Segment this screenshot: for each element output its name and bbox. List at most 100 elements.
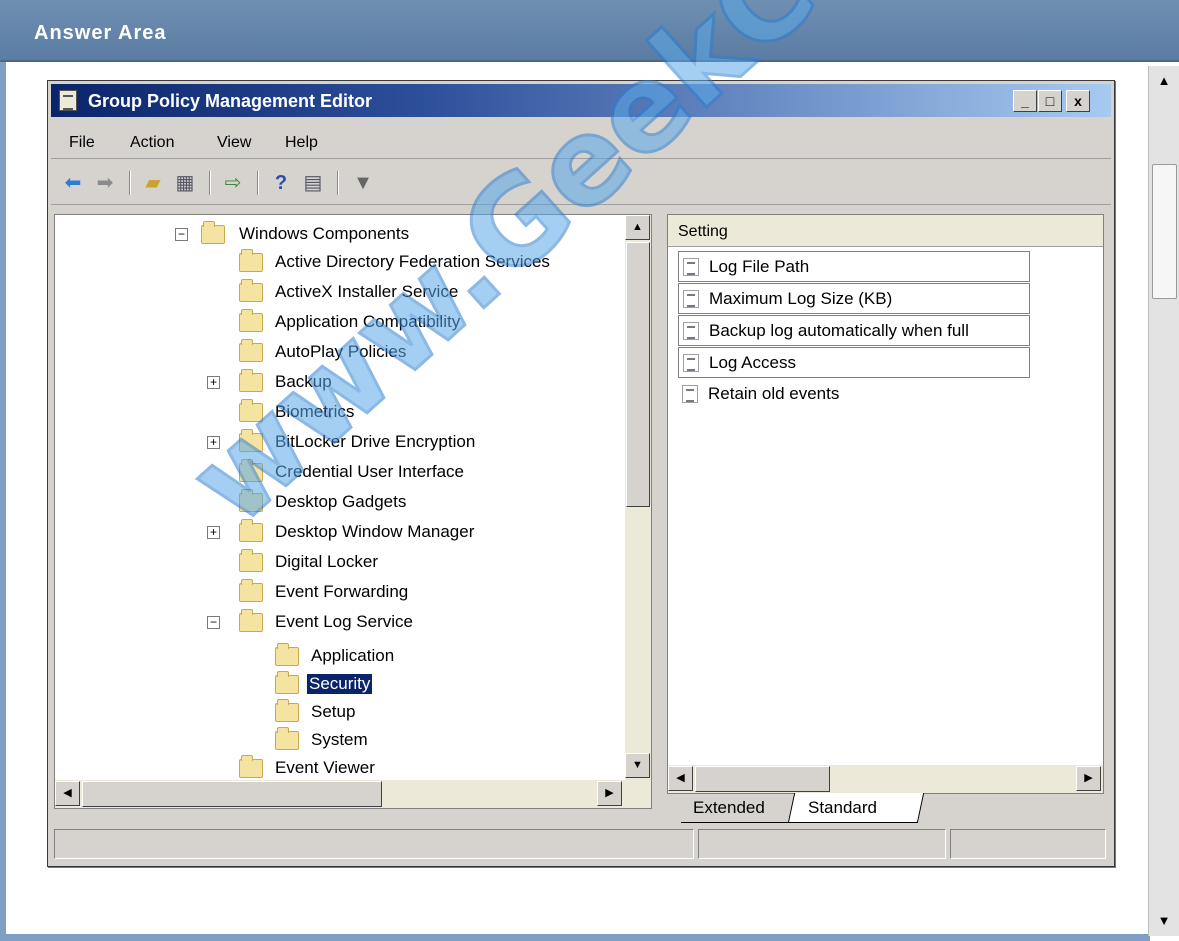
- answer-area-page: Answer Area ▲ ▼ Group Policy Management …: [0, 0, 1179, 941]
- setting-row[interactable]: Log Access: [678, 347, 1030, 378]
- setting-label: Log Access: [709, 353, 796, 372]
- answer-area-header: Answer Area: [0, 0, 1179, 62]
- setting-column-header[interactable]: Setting: [668, 215, 1103, 247]
- app-icon: [59, 90, 77, 111]
- tree-item-label: Setup: [311, 702, 356, 721]
- folder-icon: [239, 489, 263, 512]
- page-vertical-scrollbar[interactable]: ▲ ▼: [1148, 66, 1179, 936]
- setting-header-label: Setting: [678, 223, 728, 240]
- minimize-button[interactable]: _: [1013, 90, 1037, 112]
- forward-icon[interactable]: ➡: [93, 171, 117, 195]
- tree-item-label: Windows Components: [239, 224, 410, 243]
- expand-icon[interactable]: +: [207, 376, 220, 389]
- status-panel: [54, 829, 694, 859]
- settings-hscroll-thumb[interactable]: [695, 766, 830, 792]
- tree-item-label: Application: [311, 646, 395, 665]
- tree-pane: − Windows Components Active Directory Fe…: [54, 214, 652, 809]
- scroll-down-icon[interactable]: ▼: [625, 753, 650, 778]
- show-hide-tree-icon[interactable]: ▦: [173, 171, 197, 195]
- menu-help[interactable]: Help: [285, 134, 318, 152]
- toolbar-separator: [129, 171, 131, 195]
- tree-item-label: Event Log Service: [275, 612, 413, 631]
- up-folder-icon[interactable]: ▰: [141, 171, 165, 195]
- folder-icon: [239, 339, 263, 362]
- gpme-window: Group Policy Management Editor _ □ x Fil…: [47, 80, 1115, 867]
- scroll-left-icon[interactable]: ◀: [668, 766, 693, 791]
- setting-label: Maximum Log Size (KB): [709, 289, 893, 308]
- policy-tree: − Windows Components Active Directory Fe…: [55, 215, 625, 780]
- expand-icon[interactable]: +: [207, 526, 220, 539]
- tree-item-label: Credential User Interface: [275, 462, 464, 481]
- window-titlebar[interactable]: Group Policy Management Editor _ □ x: [51, 84, 1111, 117]
- page-scroll-thumb[interactable]: [1152, 164, 1177, 299]
- frame-left-edge: [0, 62, 6, 941]
- folder-icon: [239, 399, 263, 422]
- menu-view[interactable]: View: [217, 134, 251, 152]
- tree-item-label: Digital Locker: [275, 552, 378, 571]
- folder-icon: [239, 249, 263, 272]
- folder-icon: [201, 221, 225, 244]
- scroll-right-icon[interactable]: ▶: [597, 781, 622, 806]
- settings-horizontal-scrollbar[interactable]: ◀ ▶: [668, 765, 1103, 793]
- menu-file[interactable]: File: [69, 134, 95, 152]
- setting-row[interactable]: Log File Path: [678, 251, 1030, 282]
- menu-bar: File Action View Help: [51, 119, 1111, 159]
- folder-icon: [239, 459, 263, 482]
- toolbar: ⬅ ➡ ▰ ▦ ⇨ ? ▤ ▼: [51, 161, 1111, 205]
- export-list-icon[interactable]: ⇨: [221, 171, 245, 195]
- folder-icon: [239, 579, 263, 602]
- close-button[interactable]: x: [1066, 90, 1090, 112]
- folder-icon: [239, 279, 263, 302]
- scroll-right-icon[interactable]: ▶: [1076, 766, 1101, 791]
- toolbar-separator: [257, 171, 259, 195]
- setting-row[interactable]: Maximum Log Size (KB): [678, 283, 1030, 314]
- tree-item-label: Application Compatibility: [275, 312, 461, 331]
- folder-icon: [275, 699, 299, 722]
- tree-vertical-scrollbar[interactable]: ▲ ▼: [625, 215, 651, 780]
- tab-extended-label: Extended: [693, 798, 765, 817]
- tree-item-label: BitLocker Drive Encryption: [275, 432, 476, 451]
- properties-icon[interactable]: ▤: [301, 171, 325, 195]
- folder-icon: [275, 643, 299, 666]
- policy-setting-icon: [683, 354, 699, 372]
- scroll-down-icon[interactable]: ▼: [1153, 910, 1175, 932]
- tab-extended[interactable]: Extended: [681, 793, 791, 823]
- setting-row[interactable]: Backup log automatically when full: [678, 315, 1030, 346]
- tree-horizontal-scrollbar[interactable]: ◀ ▶: [55, 780, 651, 808]
- answer-area-title: Answer Area: [34, 22, 167, 44]
- menu-action[interactable]: Action: [130, 134, 174, 152]
- tab-standard[interactable]: Standard: [787, 793, 925, 823]
- toolbar-separator: [337, 171, 339, 195]
- tree-item-label: Security: [307, 674, 373, 694]
- collapse-icon[interactable]: −: [175, 228, 188, 241]
- folder-icon: [239, 429, 263, 452]
- tree-scroll-thumb[interactable]: [626, 242, 650, 507]
- tree-item-label: AutoPlay Policies: [275, 342, 407, 361]
- maximize-button[interactable]: □: [1038, 90, 1062, 112]
- tree-item-label: Biometrics: [275, 402, 355, 421]
- scroll-up-icon[interactable]: ▲: [1153, 70, 1175, 92]
- folder-icon: [239, 309, 263, 332]
- help-icon[interactable]: ?: [269, 171, 293, 195]
- expand-icon[interactable]: +: [207, 436, 220, 449]
- folder-icon: [239, 549, 263, 572]
- tree-item-label: Event Forwarding: [275, 582, 409, 601]
- back-icon[interactable]: ⬅: [61, 171, 85, 195]
- filter-icon[interactable]: ▼: [351, 171, 375, 195]
- tree-item-label: Desktop Window Manager: [275, 522, 475, 541]
- policy-setting-icon: [683, 322, 699, 340]
- tree-item-label: Backup: [275, 372, 332, 391]
- status-bar: [54, 829, 1106, 859]
- settings-pane: Setting Log File Path Maximum Log Size (…: [667, 214, 1104, 794]
- collapse-icon[interactable]: −: [207, 616, 220, 629]
- tree-hscroll-thumb[interactable]: [82, 781, 382, 807]
- scroll-up-icon[interactable]: ▲: [625, 215, 650, 240]
- setting-label: Backup log automatically when full: [709, 321, 969, 340]
- folder-icon: [239, 369, 263, 392]
- view-tabs: Extended Standard: [667, 793, 1104, 825]
- tree-item-label: System: [311, 730, 368, 749]
- scroll-left-icon[interactable]: ◀: [55, 781, 80, 806]
- setting-label: Retain old events: [708, 384, 840, 403]
- frame-bottom-edge: [0, 934, 1150, 941]
- window-title: Group Policy Management Editor: [88, 91, 373, 111]
